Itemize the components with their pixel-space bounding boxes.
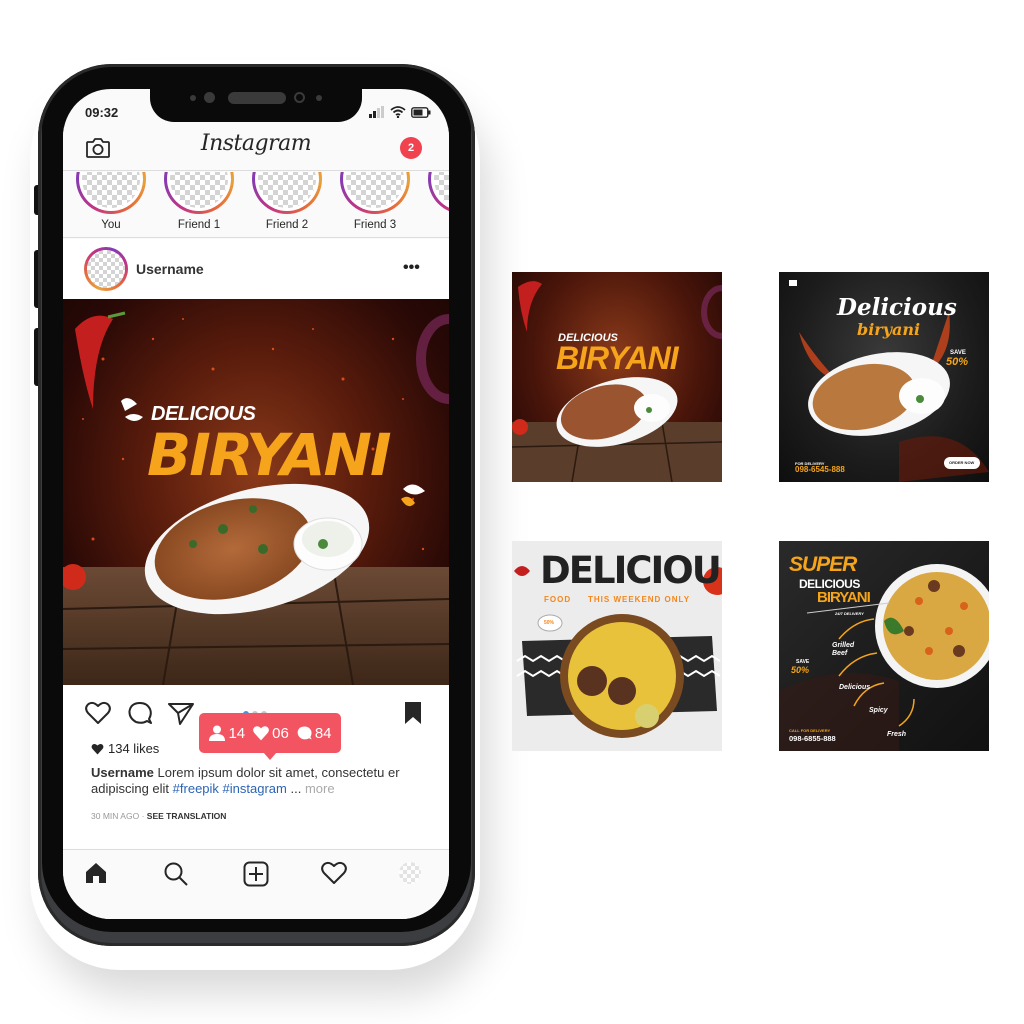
story-ring — [164, 172, 234, 214]
avatar-placeholder — [399, 862, 421, 884]
template-2-line2: biryani — [857, 320, 921, 339]
chili-pepper — [75, 315, 113, 409]
story-label: You — [101, 219, 121, 231]
home-icon[interactable] — [84, 861, 108, 885]
template-4-line1: SUPER — [789, 553, 857, 576]
heart-filled-icon — [253, 726, 270, 741]
biryani-ad-artwork — [63, 311, 449, 685]
story-ring — [76, 172, 146, 214]
time-ago: 30 MIN AGO — [91, 811, 140, 821]
template-preview-1[interactable]: DELICIOUS BIRYANI — [512, 272, 722, 482]
status-icons — [369, 106, 431, 118]
template-1-line2: BIRYANI — [556, 340, 679, 376]
template-4-feature-1: Grilled Beef — [832, 642, 855, 657]
post-timestamp: 30 MIN AGO · SEE TRANSLATION — [91, 811, 226, 821]
splash-accent — [121, 398, 143, 421]
activity-heart-icon[interactable] — [321, 861, 347, 885]
notification-badge[interactable]: 2 — [400, 137, 422, 159]
template-2-line1: Delicious — [837, 294, 957, 321]
like-icon[interactable] — [85, 701, 111, 725]
template-preview-2[interactable]: Delicious biryani SAVE 50% FOR DELIVERY … — [779, 272, 989, 482]
new-likes: 06 — [252, 725, 289, 742]
template-2-save-value: 50% — [946, 356, 969, 368]
wifi-icon — [390, 106, 406, 118]
story-label: Friend 2 — [265, 219, 309, 231]
template-4-feature-3: Spicy — [869, 707, 888, 714]
bookmark-icon[interactable] — [403, 701, 423, 725]
story-ring — [428, 172, 449, 214]
template-2-phone: 098-6545-888 — [795, 465, 845, 474]
caption-more-link[interactable]: more — [305, 781, 335, 796]
template-1-artwork — [512, 281, 722, 482]
add-post-icon[interactable] — [243, 861, 269, 887]
template-4-tagline: 24/7 DELIVERY — [835, 611, 864, 616]
avatar-placeholder — [87, 250, 125, 288]
template-4-line3: BIRYANI — [817, 589, 871, 606]
phone-screen: 09:32 Instagram 2 You Friend 1 Friend 2 … — [63, 89, 449, 919]
template-3-line2-right: THIS WEEKEND ONLY — [588, 595, 691, 604]
timestamp-separator: · — [141, 811, 145, 821]
post-caption: Username Lorem ipsum dolor sit amet, con… — [91, 765, 431, 797]
template-3-badge: 50% — [544, 620, 555, 626]
template-preview-4[interactable]: SUPER DELICIOUS BIRYANI 24/7 DELIVERY Gr… — [779, 541, 989, 751]
caption-ellipsis: ... — [290, 781, 302, 796]
story-ring — [340, 172, 410, 214]
story-ring — [252, 172, 322, 214]
comments-count: 84 — [314, 724, 332, 742]
post-avatar[interactable] — [84, 247, 128, 291]
post-username[interactable]: Username — [136, 261, 204, 277]
template-4-phone: 098-6855-888 — [789, 734, 836, 743]
likes-count: 06 — [272, 724, 289, 742]
comment-icon[interactable] — [127, 701, 153, 725]
app-header: Instagram 2 — [63, 127, 449, 171]
instagram-logo: Instagram — [200, 131, 312, 156]
template-4-feature-4: Fresh — [887, 731, 907, 738]
template-3-line2-left: FOOD — [544, 595, 572, 604]
more-options-icon[interactable]: ••• — [403, 259, 420, 277]
template-4-save-value: 50% — [791, 665, 810, 675]
see-translation-link[interactable]: SEE TRANSLATION — [147, 811, 227, 821]
comment-filled-icon — [297, 726, 312, 740]
search-icon[interactable] — [163, 861, 189, 887]
onion-ring — [416, 314, 449, 404]
battery-icon — [411, 107, 431, 118]
new-comments: 84 — [296, 725, 332, 742]
likes-text: 134 likes — [108, 741, 160, 756]
story-label: Friend 1 — [177, 219, 221, 231]
template-4-feature-2: Delicious — [839, 684, 871, 691]
ad-headline-large: BIRYANI — [147, 421, 392, 489]
template-preview-3[interactable]: DELICIOUS FOOD THIS WEEKEND ONLY 50% — [512, 541, 722, 751]
stories-bar: You Friend 1 Friend 2 Friend 3 F — [63, 172, 449, 238]
activity-notification-tooltip[interactable]: 14 06 84 — [199, 713, 341, 760]
followers-count: 14 — [228, 724, 246, 742]
template-4-delivery-label: CALL FOR DELIVERY — [789, 728, 831, 733]
caption-hashtags[interactable]: #freepik #instagram — [173, 781, 287, 796]
profile-icon[interactable] — [399, 862, 421, 884]
template-3-line1: DELICIOUS — [540, 549, 722, 592]
caption-username[interactable]: Username — [91, 765, 154, 780]
likes-count[interactable]: 134 likes — [91, 741, 159, 756]
user-icon — [209, 725, 226, 741]
signal-icon — [369, 106, 384, 118]
status-time: 09:32 — [85, 105, 119, 120]
story-label: F — [409, 219, 449, 231]
template-2-cta: ORDER NOW — [949, 460, 975, 465]
post-header: Username ••• — [63, 239, 449, 299]
bottom-nav — [63, 851, 449, 919]
post-body: 134 likes Username Lorem ipsum dolor sit… — [63, 685, 449, 850]
phone-notch — [150, 80, 362, 122]
post-image[interactable]: DELICIOUS BIRYANI — [63, 299, 449, 685]
share-icon[interactable] — [167, 701, 195, 725]
new-followers: 14 — [208, 725, 245, 742]
heart-filled-icon — [91, 743, 104, 754]
